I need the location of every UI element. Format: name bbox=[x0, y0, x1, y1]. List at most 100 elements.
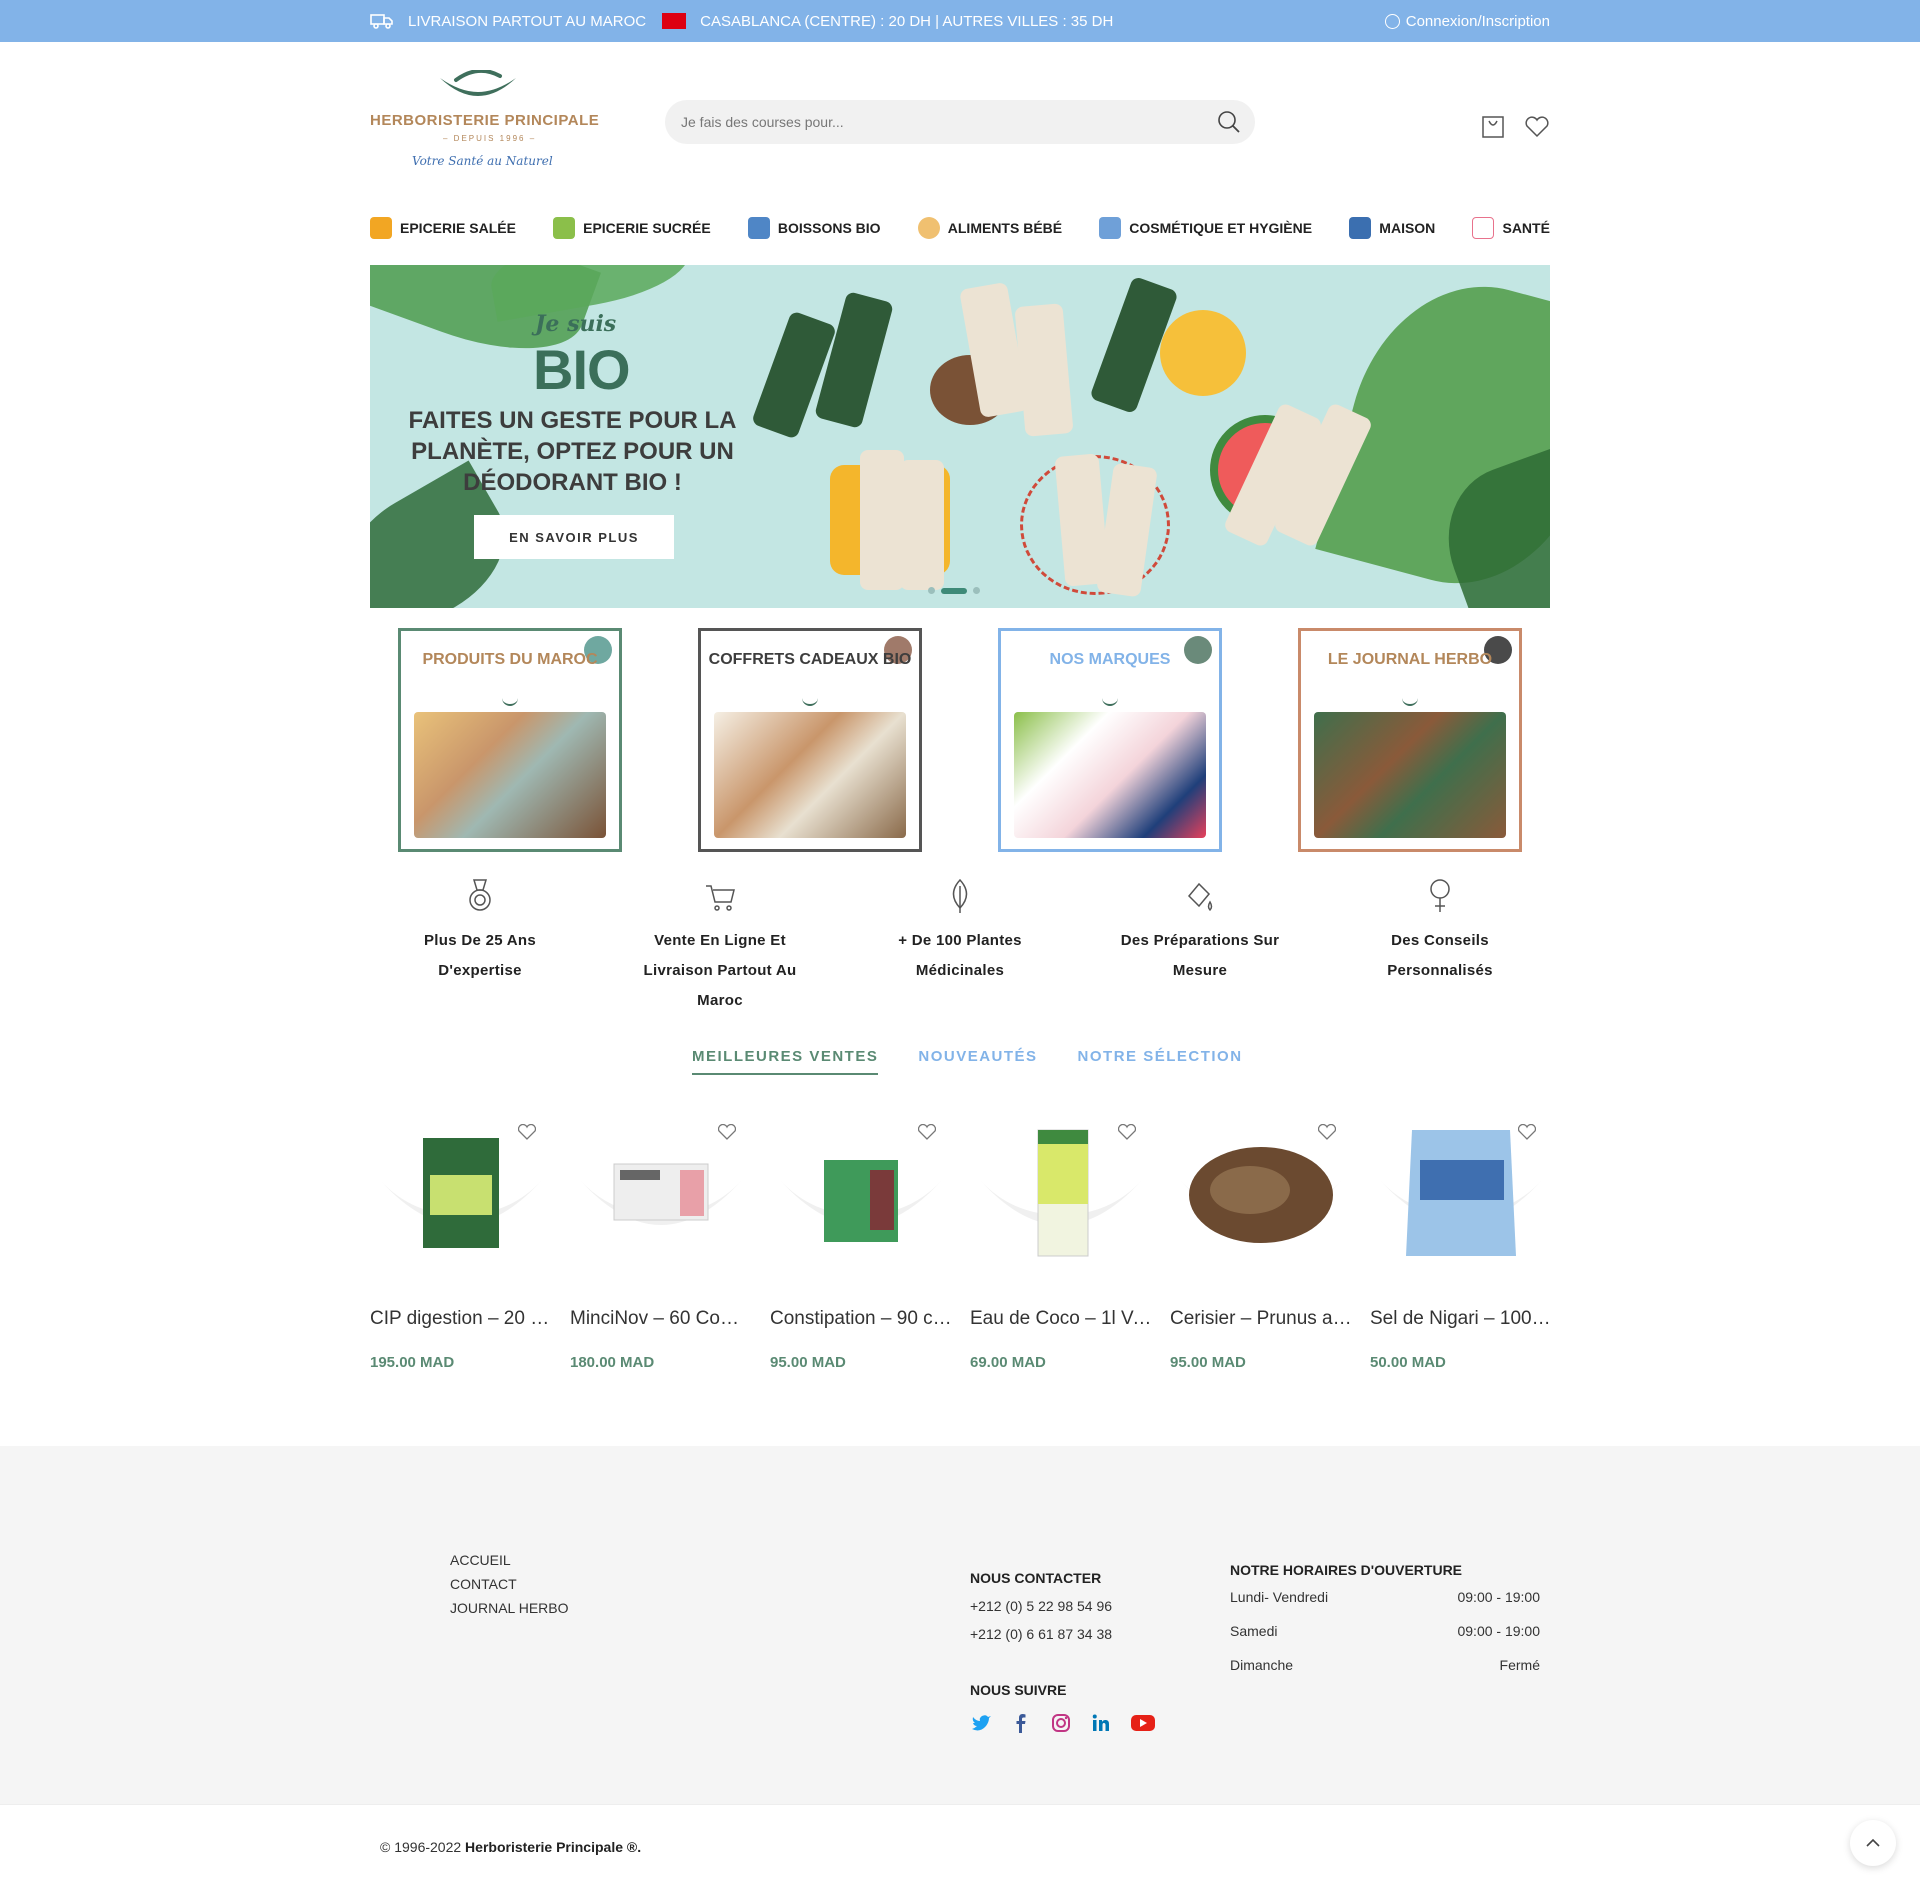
logo-brand: HERBORISTERIE PRINCIPALE bbox=[370, 112, 600, 129]
phone-2[interactable]: +212 (0) 6 61 87 34 38 bbox=[970, 1626, 1112, 1642]
phone-1[interactable]: +212 (0) 5 22 98 54 96 bbox=[970, 1598, 1112, 1614]
login-label[interactable]: Connexion/Inscription bbox=[1406, 13, 1550, 30]
hero-bio-text: BIO bbox=[533, 338, 631, 401]
login-link[interactable]: Connexion/Inscription bbox=[1384, 0, 1550, 42]
product-price: 69.00 MAD bbox=[970, 1354, 1046, 1371]
product-name[interactable]: Eau de Coco – 1l Vaivai bbox=[970, 1308, 1152, 1330]
wishlist-heart-icon[interactable] bbox=[517, 1123, 537, 1140]
product-card[interactable]: Constipation – 90 comprimés 95.00 MAD bbox=[770, 1110, 952, 1371]
product-card[interactable]: Eau de Coco – 1l Vaivai 69.00 MAD bbox=[970, 1110, 1152, 1371]
user-icon bbox=[1384, 13, 1400, 29]
product-card[interactable]: CIP digestion – 20 filtres 195.00 MAD bbox=[370, 1110, 552, 1371]
header-actions bbox=[1480, 114, 1550, 140]
product-price: 95.00 MAD bbox=[1170, 1354, 1246, 1371]
instagram-icon[interactable] bbox=[1050, 1712, 1072, 1734]
youtube-icon[interactable] bbox=[1130, 1712, 1155, 1734]
tile-title: NOS MARQUES bbox=[1049, 651, 1171, 668]
product-card[interactable]: Cerisier – Prunus avium 95.00 MAD bbox=[1170, 1110, 1352, 1371]
hero-banner[interactable]: Je suis BIO FAITES UN GESTE POUR LA PLAN… bbox=[370, 265, 1550, 608]
nav-aliments-bebe[interactable]: ALIMENTS BÉBÉ bbox=[917, 217, 1063, 239]
twitter-icon[interactable] bbox=[970, 1712, 992, 1734]
footer-contact: NOUS CONTACTER +212 (0) 5 22 98 54 96 +2… bbox=[970, 1570, 1112, 1642]
tile-title: LE JOURNAL HERBO bbox=[1327, 651, 1493, 668]
nav-cosmetique-hygiene[interactable]: COSMÉTIQUE ET HYGIÈNE bbox=[1099, 217, 1312, 239]
deodorant-stick-image bbox=[860, 450, 904, 590]
product-image[interactable] bbox=[1370, 1120, 1552, 1270]
nav-label: BOISSONS BIO bbox=[777, 220, 881, 236]
footer-links: ACCUEIL CONTACT JOURNAL HERBO bbox=[450, 1548, 569, 1620]
tile-journal-herbo[interactable]: LE JOURNAL HERBO bbox=[1298, 628, 1522, 852]
brand-logos-image bbox=[1014, 712, 1206, 838]
product-name[interactable]: MinciNov – 60 Comprimés bbox=[570, 1308, 752, 1330]
wishlist-heart-icon[interactable] bbox=[1117, 1123, 1137, 1140]
tab-meilleures-ventes[interactable]: MEILLEURES VENTES bbox=[692, 1048, 879, 1075]
product-card[interactable]: Sel de Nigari – 1000 g 50.00 MAD bbox=[1370, 1110, 1552, 1371]
hours-day: Dimanche bbox=[1230, 1657, 1294, 1673]
feature-text: Des Conseils Personnalisés bbox=[1387, 932, 1493, 979]
carousel-dot[interactable] bbox=[928, 587, 935, 594]
product-image[interactable] bbox=[1170, 1120, 1352, 1270]
wishlist-heart-icon[interactable] bbox=[717, 1123, 737, 1140]
wishlist-heart-icon[interactable] bbox=[1517, 1123, 1537, 1140]
carousel-dot-active[interactable] bbox=[941, 587, 967, 594]
female-icon bbox=[1425, 878, 1455, 914]
logo-since: – DEPUIS 1996 – bbox=[443, 134, 537, 143]
nav-epicerie-salee[interactable]: EPICERIE SALÉE bbox=[370, 217, 516, 239]
cart-icon bbox=[705, 878, 735, 914]
footer-link-accueil[interactable]: ACCUEIL bbox=[450, 1548, 569, 1572]
product-tabs: MEILLEURES VENTES NOUVEAUTÉS NOTRE SÉLEC… bbox=[692, 1048, 1243, 1075]
tab-nouveautes[interactable]: NOUVEAUTÉS bbox=[918, 1048, 1037, 1075]
product-name[interactable]: CIP digestion – 20 filtres bbox=[370, 1308, 552, 1330]
product-image[interactable] bbox=[570, 1120, 752, 1270]
nav-label: MAISON bbox=[1379, 220, 1436, 236]
hero-cta-button[interactable]: EN SAVOIR PLUS bbox=[474, 515, 674, 559]
product-image[interactable] bbox=[970, 1120, 1152, 1270]
hours-row: Samedi 09:00 - 19:00 bbox=[1230, 1614, 1540, 1648]
tile-coffrets-cadeaux[interactable]: COFFRETS CADEAUX BIO bbox=[698, 628, 922, 852]
tile-title: COFFRETS CADEAUX BIO bbox=[708, 651, 912, 668]
facebook-icon[interactable] bbox=[1010, 1712, 1032, 1734]
product-card[interactable]: MinciNov – 60 Comprimés 180.00 MAD bbox=[570, 1110, 752, 1371]
nav-sante[interactable]: SANTÉ bbox=[1472, 217, 1550, 239]
search-icon[interactable] bbox=[1217, 110, 1241, 134]
top-bar: LIVRAISON PARTOUT AU MAROC CASABLANCA (C… bbox=[0, 0, 1920, 42]
nav-maison[interactable]: MAISON bbox=[1349, 217, 1435, 239]
baby-food-icon bbox=[917, 217, 940, 239]
linkedin-icon[interactable] bbox=[1090, 1712, 1112, 1734]
hero-headline: FAITES UN GESTE POUR LA PLANÈTE, OPTEZ P… bbox=[408, 407, 737, 496]
wishlist-heart-icon[interactable] bbox=[1317, 1123, 1337, 1140]
hours-row: Dimanche Fermé bbox=[1230, 1648, 1540, 1682]
product-price: 180.00 MAD bbox=[570, 1354, 655, 1371]
search-input[interactable] bbox=[681, 100, 1181, 144]
footer-link-contact[interactable]: CONTACT bbox=[450, 1572, 569, 1596]
footer-link-journal[interactable]: JOURNAL HERBO bbox=[450, 1596, 569, 1620]
nav-label: ALIMENTS BÉBÉ bbox=[947, 220, 1063, 236]
carousel-dot[interactable] bbox=[973, 587, 980, 594]
product-name[interactable]: Sel de Nigari – 1000 g bbox=[1370, 1308, 1552, 1330]
cart-icon[interactable] bbox=[1480, 114, 1506, 140]
feature-text: Vente En Ligne Et Livraison Partout Au M… bbox=[643, 932, 797, 1009]
wishlist-heart-icon[interactable] bbox=[917, 1123, 937, 1140]
tile-nos-marques[interactable]: NOS MARQUES bbox=[998, 628, 1222, 852]
hours-day: Samedi bbox=[1230, 1623, 1278, 1639]
site-logo[interactable]: HERBORISTERIE PRINCIPALE – DEPUIS 1996 –… bbox=[370, 70, 599, 178]
contact-title: NOUS CONTACTER bbox=[970, 1570, 1102, 1586]
search-bar bbox=[665, 100, 1255, 144]
nav-label: SANTÉ bbox=[1502, 220, 1550, 236]
epicerie-sucree-icon bbox=[553, 217, 576, 239]
product-name[interactable]: Cerisier – Prunus avium bbox=[1170, 1308, 1352, 1330]
wishlist-heart-icon[interactable] bbox=[1524, 114, 1550, 140]
hours-time: Fermé bbox=[1499, 1657, 1540, 1673]
nav-epicerie-sucree[interactable]: EPICERIE SUCRÉE bbox=[553, 217, 711, 239]
scroll-to-top-button[interactable] bbox=[1850, 1820, 1896, 1866]
tab-notre-selection[interactable]: NOTRE SÉLECTION bbox=[1078, 1048, 1243, 1075]
product-name[interactable]: Constipation – 90 comprimés bbox=[770, 1308, 952, 1330]
product-image[interactable] bbox=[770, 1120, 952, 1270]
product-image[interactable] bbox=[370, 1120, 552, 1270]
category-nav: EPICERIE SALÉE EPICERIE SUCRÉE BOISSONS … bbox=[370, 212, 1550, 244]
copyright-brand[interactable]: Herboristerie Principale ®. bbox=[465, 1839, 641, 1855]
deodorant-stick-image bbox=[1014, 303, 1074, 437]
tile-produits-maroc[interactable]: PRODUITS DU MAROC bbox=[398, 628, 622, 852]
feature-delivery: Vente En Ligne Et Livraison Partout Au M… bbox=[620, 878, 820, 1016]
nav-boissons-bio[interactable]: BOISSONS BIO bbox=[747, 217, 881, 239]
